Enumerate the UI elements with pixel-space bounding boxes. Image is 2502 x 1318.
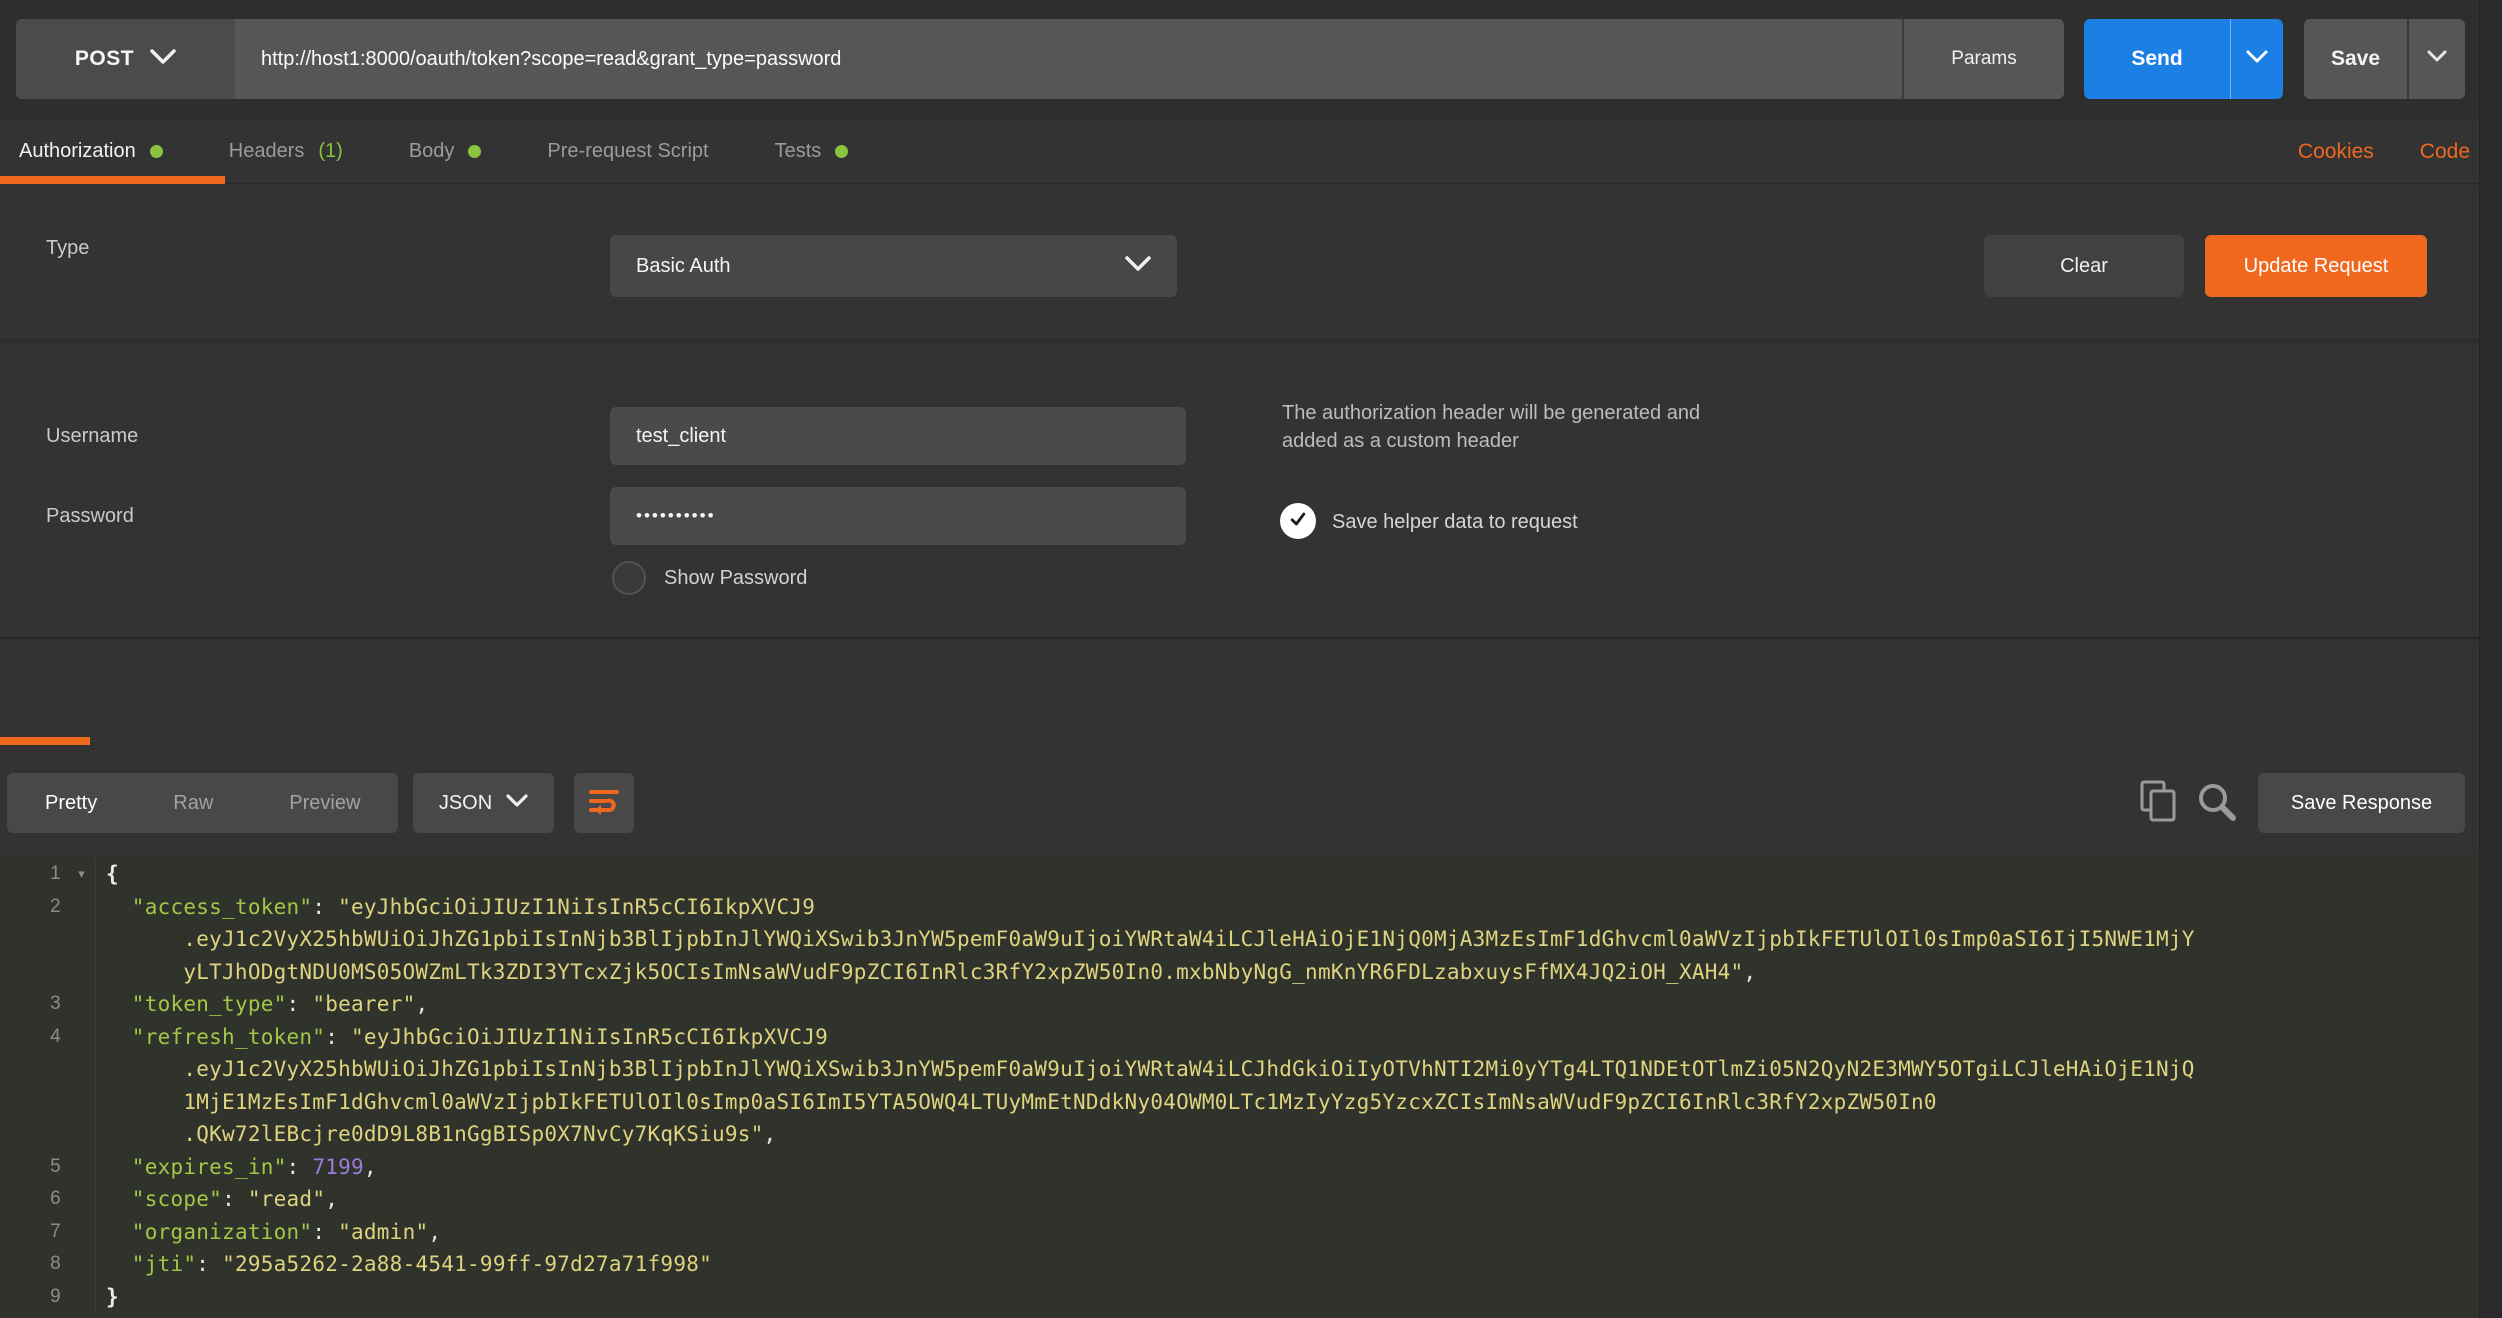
method-dropdown[interactable]: POST: [16, 19, 235, 99]
chevron-down-icon: [506, 794, 528, 813]
request-tabs: Authorization Headers (1) Body Pre-reque…: [0, 120, 2502, 184]
headers-count-badge: (1): [318, 140, 342, 163]
code-line: 7 "organization": "admin",: [0, 1216, 2480, 1249]
code-text: "access_token": "eyJhbGciOiJIUzI1NiIsInR…: [96, 891, 2480, 989]
chevron-down-icon: [150, 49, 176, 70]
active-tab-underline: [0, 176, 225, 184]
cookies-link[interactable]: Cookies: [2298, 140, 2374, 164]
line-number: 7: [0, 1216, 96, 1249]
copy-icon: [2140, 780, 2176, 827]
view-mode-preview[interactable]: Preview: [251, 773, 398, 833]
code-text: }: [96, 1281, 2480, 1314]
save-response-button[interactable]: Save Response: [2258, 773, 2465, 833]
tab-tests[interactable]: Tests: [775, 140, 849, 163]
chevron-down-icon: [1125, 256, 1151, 277]
code-line: 4 "refresh_token": "eyJhbGciOiJIUzI1NiIs…: [0, 1021, 2480, 1151]
code-line: 9}: [0, 1281, 2480, 1314]
auth-credentials-section: Username test_client Password ••••••••••…: [0, 343, 2502, 639]
code-text: "organization": "admin",: [96, 1216, 2480, 1249]
show-password-label: Show Password: [664, 567, 807, 590]
postman-window: POST http://host1:8000/oauth/token?scope…: [0, 0, 2502, 1318]
password-label: Password: [46, 505, 134, 528]
response-header: Body Cookies (1) Headers (8) Tests Statu…: [0, 641, 2502, 748]
tab-body[interactable]: Body: [409, 140, 482, 163]
clear-button[interactable]: Clear: [1984, 235, 2184, 297]
show-password-radio[interactable]: [612, 561, 646, 595]
auth-helper-note: The authorization header will be generat…: [1282, 399, 1700, 455]
code-text: "jti": "295a5262-2a88-4541-99ff-97d27a71…: [96, 1248, 2480, 1281]
request-links: Cookies Code: [2298, 120, 2470, 184]
fold-caret-icon[interactable]: ▾: [78, 858, 85, 891]
format-dropdown[interactable]: JSON: [413, 773, 554, 833]
scrollbar[interactable]: [2479, 0, 2502, 1318]
active-response-tab-underline: [0, 737, 90, 745]
line-number: 5: [0, 1151, 96, 1184]
code-line: 1▾{: [0, 858, 2480, 891]
code-text: "token_type": "bearer",: [96, 988, 2480, 1021]
green-dot-icon: [468, 145, 481, 158]
line-number: 9: [0, 1281, 96, 1314]
response-body-code[interactable]: 1▾{2 "access_token": "eyJhbGciOiJIUzI1Ni…: [0, 855, 2480, 1318]
url-row: POST http://host1:8000/oauth/token?scope…: [16, 19, 2064, 99]
search-response-button[interactable]: [2192, 779, 2240, 827]
code-line: 2 "access_token": "eyJhbGciOiJIUzI1NiIsI…: [0, 891, 2480, 989]
tab-pre-request-script[interactable]: Pre-request Script: [547, 140, 708, 163]
save-helper-checkbox[interactable]: [1280, 503, 1316, 539]
view-mode-pretty[interactable]: Pretty: [7, 773, 135, 833]
params-button[interactable]: Params: [1902, 19, 2064, 99]
save-button-group: Save: [2304, 19, 2465, 99]
save-helper-label: Save helper data to request: [1332, 511, 1578, 534]
view-mode-raw[interactable]: Raw: [135, 773, 251, 833]
line-number: 3: [0, 988, 96, 1021]
url-text: http://host1:8000/oauth/token?scope=read…: [261, 48, 841, 71]
green-dot-icon: [835, 145, 848, 158]
copy-response-button[interactable]: [2134, 779, 2182, 827]
send-options-button[interactable]: [2230, 19, 2283, 99]
code-line: 6 "scope": "read",: [0, 1183, 2480, 1216]
code-text: "expires_in": 7199,: [96, 1151, 2480, 1184]
line-number: 1▾: [0, 858, 96, 891]
code-text: {: [96, 858, 2480, 891]
auth-type-section: Type Basic Auth Clear Update Request: [0, 185, 2502, 341]
save-button[interactable]: Save: [2304, 19, 2407, 99]
code-line: 3 "token_type": "bearer",: [0, 988, 2480, 1021]
chevron-down-icon: [2246, 50, 2268, 69]
code-text: "refresh_token": "eyJhbGciOiJIUzI1NiIsIn…: [96, 1021, 2480, 1151]
username-label: Username: [46, 425, 138, 448]
save-options-button[interactable]: [2407, 19, 2465, 99]
code-link[interactable]: Code: [2420, 140, 2470, 164]
request-bar: POST http://host1:8000/oauth/token?scope…: [0, 0, 2502, 120]
code-text: "scope": "read",: [96, 1183, 2480, 1216]
send-button[interactable]: Send: [2084, 19, 2230, 99]
send-button-group: Send: [2084, 19, 2283, 99]
search-icon: [2195, 780, 2237, 827]
wrap-text-button[interactable]: [574, 773, 634, 833]
line-number: 6: [0, 1183, 96, 1216]
username-field[interactable]: test_client: [610, 407, 1186, 465]
response-viewer-toolbar: Pretty Raw Preview JSON: [0, 748, 2502, 855]
check-icon: [1288, 509, 1308, 534]
wrap-text-icon: [589, 787, 619, 820]
auth-type-dropdown[interactable]: Basic Auth: [610, 235, 1177, 297]
password-field[interactable]: ••••••••••: [610, 487, 1186, 545]
view-mode-group: Pretty Raw Preview: [7, 773, 398, 833]
chevron-down-icon: [2427, 50, 2447, 68]
line-number: 8: [0, 1248, 96, 1281]
code-line: 5 "expires_in": 7199,: [0, 1151, 2480, 1184]
line-number: 2: [0, 891, 96, 989]
code-line: 8 "jti": "295a5262-2a88-4541-99ff-97d27a…: [0, 1248, 2480, 1281]
method-label: POST: [75, 47, 134, 71]
type-label: Type: [46, 237, 89, 260]
tab-authorization[interactable]: Authorization: [19, 140, 163, 163]
update-request-button[interactable]: Update Request: [2205, 235, 2427, 297]
line-number: 4: [0, 1021, 96, 1151]
green-dot-icon: [150, 145, 163, 158]
url-input[interactable]: http://host1:8000/oauth/token?scope=read…: [235, 19, 1902, 99]
tab-headers[interactable]: Headers (1): [229, 140, 343, 163]
